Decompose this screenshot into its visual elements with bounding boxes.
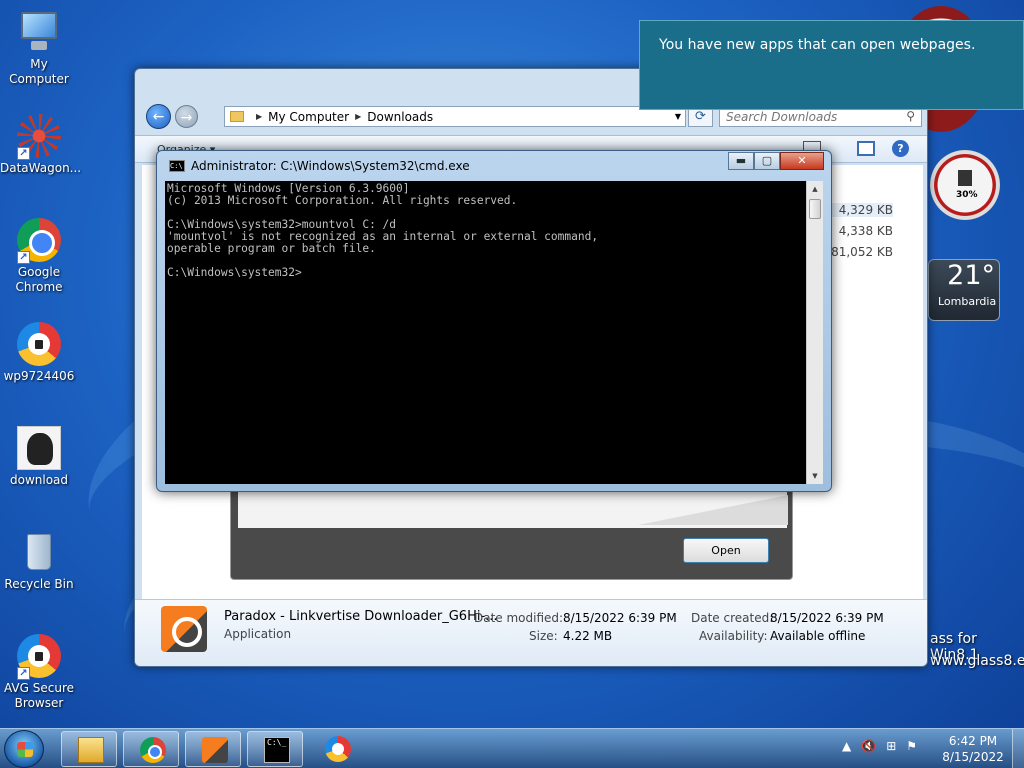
avg-browser-icon [17,322,61,366]
wallpaper-url: www.glass8.eu [930,653,1024,669]
notification-toast[interactable]: You have new apps that can open webpages… [639,20,1024,110]
desktop-icon-recycle-bin[interactable]: Recycle Bin [0,530,78,592]
desktop-icon-label: Recycle Bin [4,577,74,591]
close-button[interactable]: ✕ [780,152,824,170]
chip-icon [958,170,972,186]
breadcrumb-downloads[interactable]: Downloads [367,110,433,124]
desktop-icon-label: DataWagon... [0,161,82,175]
desktop-icon-avg-secure-browser[interactable]: ↗ AVG Secure Browser [0,634,78,711]
cpu-percent: 30% [956,190,978,200]
dialog-content-area [238,491,788,528]
shortcut-arrow-icon: ↗ [17,667,30,680]
open-file-dialog[interactable]: Open [230,490,793,580]
help-icon[interactable]: ? [892,140,909,157]
detail-date-created-label: Date created: [691,611,774,625]
taskbar-clock[interactable]: 6:42 PM 8/15/2022 [940,733,1006,765]
cmd-console[interactable]: Microsoft Windows [Version 6.3.9600] (c)… [165,181,806,484]
desktop-icon-my-computer[interactable]: My Computer [0,10,78,87]
shortcut-arrow-icon: ↗ [17,147,30,160]
recycle-bin-icon [17,530,61,574]
cmd-titlebar[interactable]: C:\ Administrator: C:\Windows\System32\c… [169,156,749,176]
desktop-icon-label: download [9,473,69,487]
preview-pane-icon[interactable] [857,141,875,156]
detail-date-modified-label: Date modified: [474,611,564,625]
download-image-icon [17,426,61,470]
detail-file-type: Application [224,627,292,641]
windows-logo-icon [17,742,33,757]
datawagon-icon: ↗ [17,114,61,160]
maximize-button[interactable]: ▢ [754,152,780,170]
cmd-icon: C:\_ [264,737,290,763]
breadcrumb-separator-icon: ▶ [256,112,263,121]
weather-temperature: 21° [947,260,995,291]
clock-date: 8/15/2022 [942,750,1004,764]
cpu-meter-gadget[interactable]: 30% [930,150,1000,220]
folder-icon [78,737,104,763]
taskbar-chrome[interactable] [123,731,179,767]
desktop-icon-wp9724406[interactable]: wp9724406 [0,322,78,384]
cmd-window[interactable]: C:\ Administrator: C:\Windows\System32\c… [156,150,832,492]
clock-time: 6:42 PM [948,734,998,748]
detail-file-name: Paradox - Linkvertise Downloader_G6Hi-..… [224,609,498,624]
detail-availability: Available offline [770,629,866,643]
start-button[interactable] [4,730,44,768]
taskbar-explorer[interactable] [61,731,117,767]
shortcut-arrow-icon: ↗ [17,251,30,264]
taskbar-cmd[interactable]: C:\_ [247,731,303,767]
chevron-down-icon[interactable]: ▼ [675,112,681,121]
desktop-icon-datawagon[interactable]: ↗ DataWagon... [0,114,82,176]
desktop-icon-label: Google Chrome [15,265,63,294]
volume-muted-icon[interactable]: 🔇 [861,739,876,753]
folder-icon [230,111,244,122]
scroll-up-icon[interactable]: ▲ [807,181,823,197]
computer-icon [17,10,61,54]
network-icon[interactable]: ⊞ [886,739,896,753]
avg-browser-icon: ↗ [17,634,61,680]
paradox-app-icon [161,606,207,652]
window-controls: ▬ ▢ ✕ [728,152,824,170]
taskbar-avg-browser[interactable] [309,731,365,767]
desktop-icon-label: wp9724406 [3,369,75,383]
action-center-flag-icon[interactable]: ⚑ [906,739,917,753]
weather-gadget[interactable]: 21° Lombardia [928,259,1000,321]
chrome-icon [140,737,166,763]
desktop-icon-label: My Computer [9,57,69,86]
detail-size: 4.22 MB [563,629,613,643]
taskbar-paradox[interactable] [185,731,241,767]
search-icon[interactable]: ⚲ [906,109,915,123]
open-button[interactable]: Open [683,538,769,563]
paradox-app-icon [202,737,228,763]
detail-date-created: 8/15/2022 6:39 PM [770,611,884,625]
taskbar: C:\_ ▲ 🔇 ⊞ ⚑ 6:42 PM 8/15/2022 [0,728,1024,768]
detail-size-label: Size: [529,629,558,643]
detail-availability-label: Availability: [699,629,768,643]
forward-button[interactable]: → [175,105,198,128]
breadcrumb-separator-icon: ▶ [355,112,362,121]
breadcrumb-my-computer[interactable]: My Computer [268,110,349,124]
avg-browser-icon [325,736,351,762]
show-desktop-button[interactable] [1012,729,1024,768]
back-button[interactable]: ← [146,104,171,129]
cmd-scrollbar[interactable]: ▲ ▼ [806,181,823,484]
cmd-output: Microsoft Windows [Version 6.3.9600] (c)… [167,182,599,279]
cmd-app-icon: C:\ [169,160,185,172]
desktop-icon-google-chrome[interactable]: ↗ Google Chrome [0,218,78,295]
desktop-icon-label: AVG Secure Browser [3,681,75,710]
address-bar[interactable]: ▶ My Computer ▶ Downloads ▼ [224,106,686,127]
detail-date-modified: 8/15/2022 6:39 PM [563,611,677,625]
details-pane: Paradox - Linkvertise Downloader_G6Hi-..… [135,599,927,666]
desktop-icon-download[interactable]: download [0,426,78,488]
notification-message: You have new apps that can open webpages… [659,37,976,53]
show-hidden-icons-icon[interactable]: ▲ [842,739,851,753]
weather-city: Lombardia [938,295,997,308]
chrome-icon: ↗ [17,218,61,264]
scroll-thumb[interactable] [809,199,821,219]
system-tray: ▲ 🔇 ⊞ ⚑ [842,739,917,753]
scroll-down-icon[interactable]: ▼ [807,468,823,484]
cmd-title-text: Administrator: C:\Windows\System32\cmd.e… [191,159,470,173]
minimize-button[interactable]: ▬ [728,152,754,170]
